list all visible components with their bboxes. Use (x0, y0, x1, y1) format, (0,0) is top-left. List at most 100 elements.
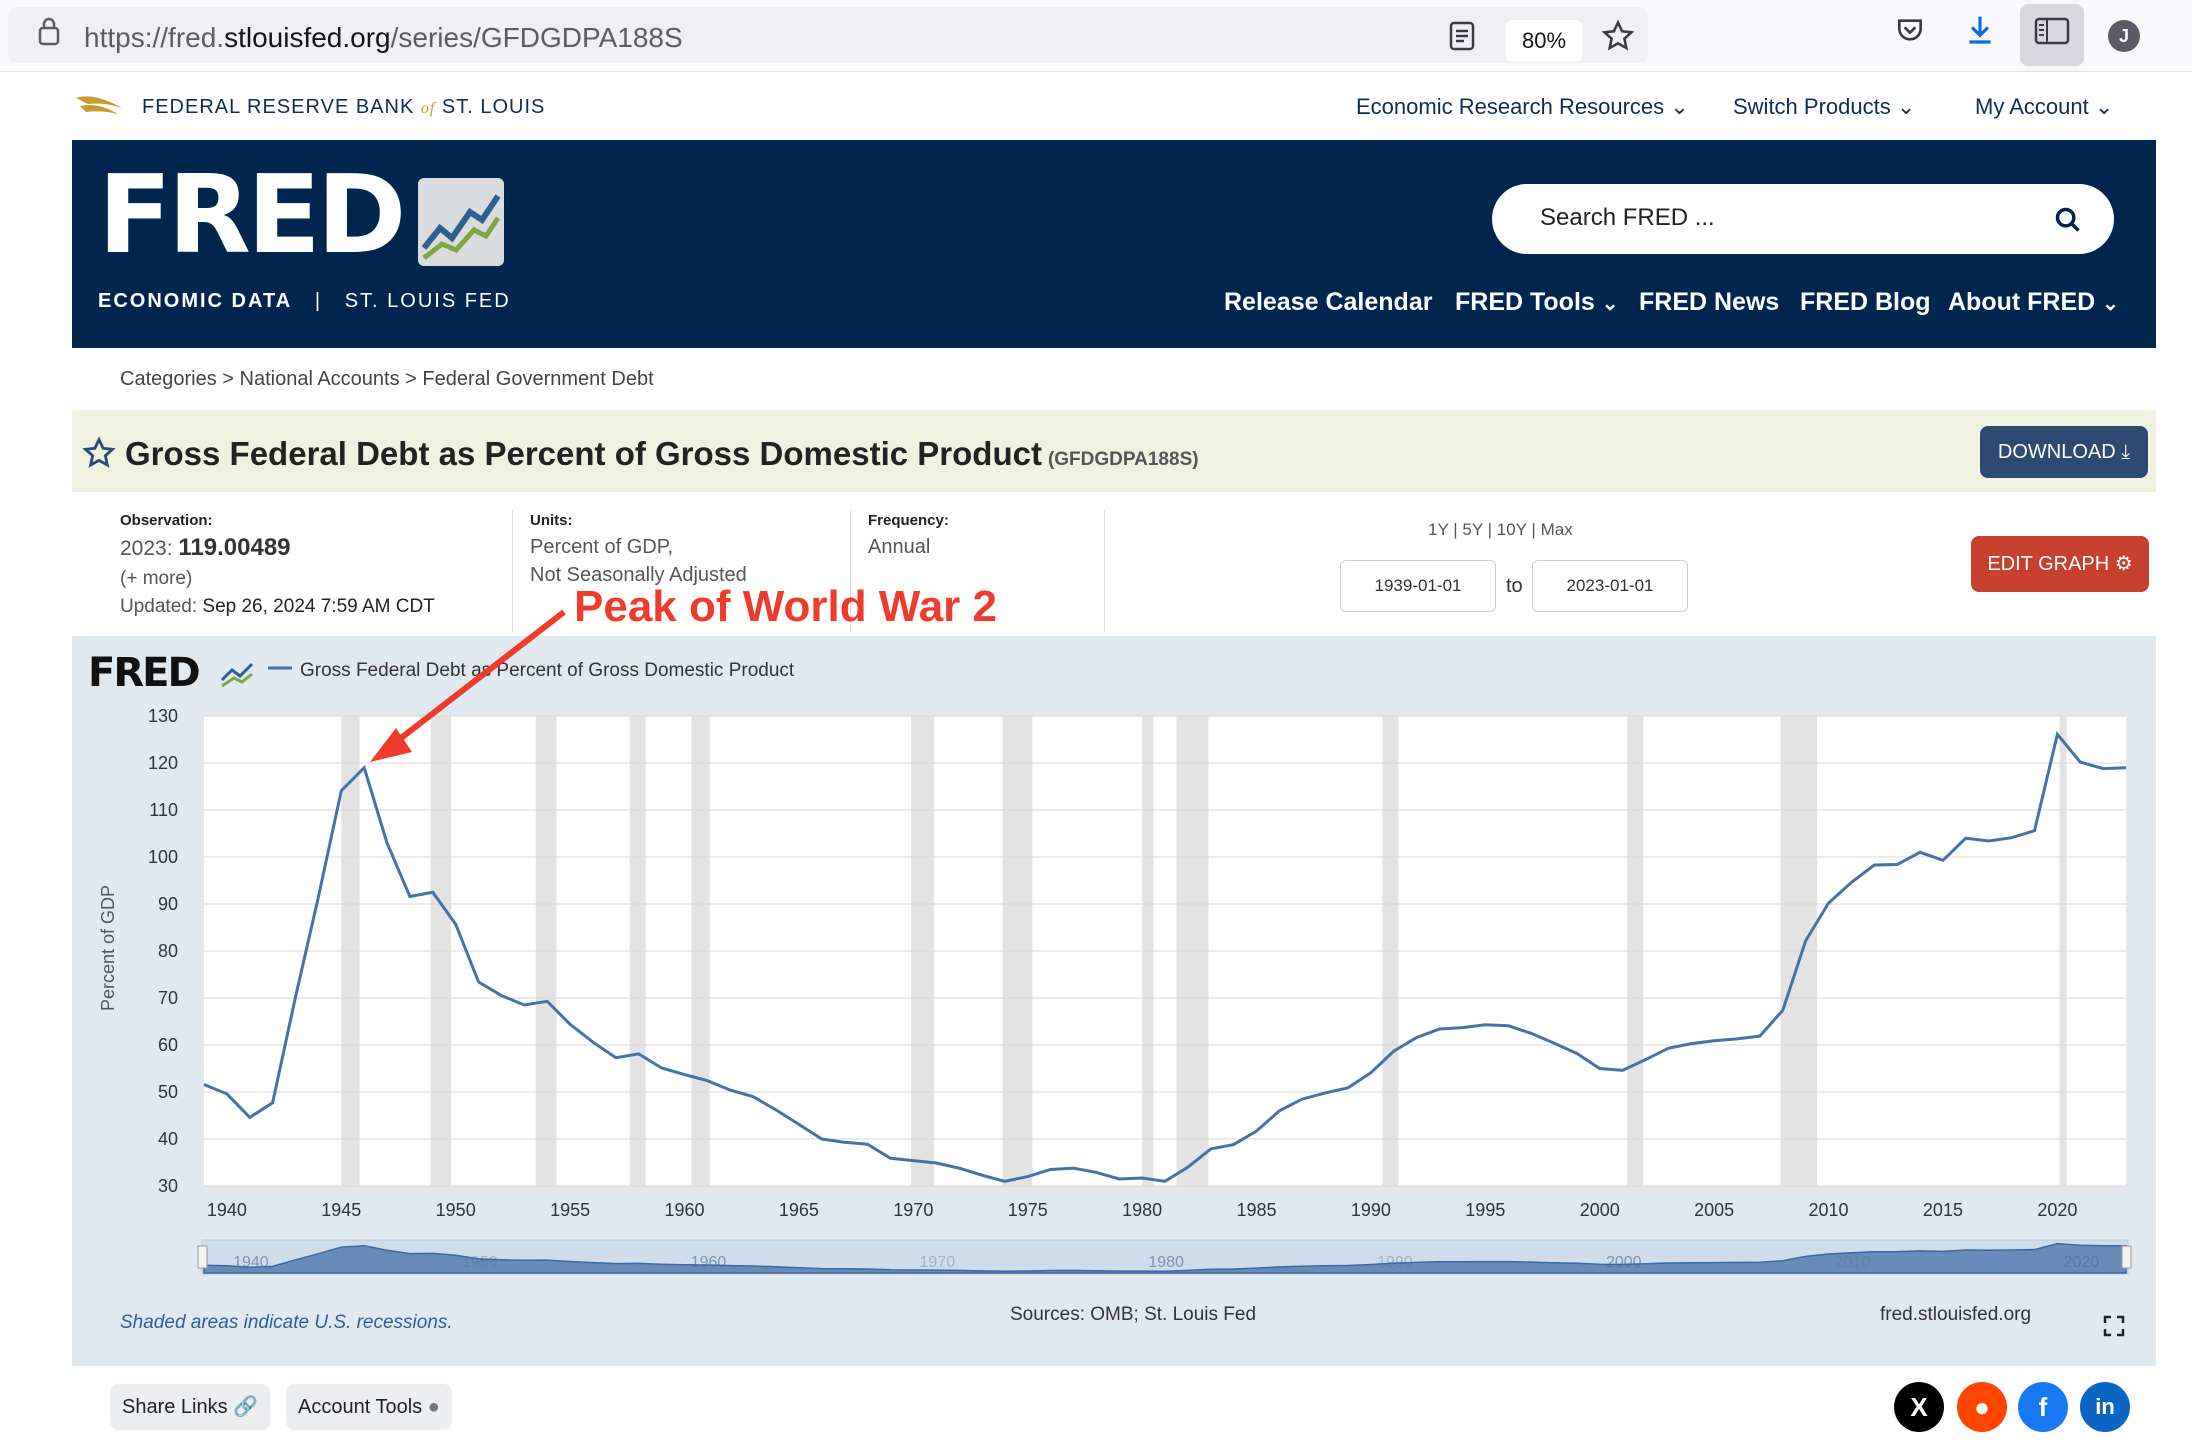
facebook-icon[interactable]: f (2018, 1382, 2068, 1432)
chart-panel: FRED Gross Federal Debt as Percent of Gr… (72, 636, 2156, 1366)
date-to-label: to (1506, 575, 1523, 597)
observation-value: 2023: 119.00489 (120, 534, 291, 561)
y-tick-label: 80 (158, 941, 178, 961)
annotation-text: Peak of World War 2 (574, 582, 997, 631)
share-links-button[interactable]: Share Links 🔗 (110, 1384, 271, 1430)
x-twitter-icon[interactable]: X (1894, 1382, 1944, 1432)
y-tick-label: 100 (148, 847, 178, 867)
x-tick-label: 2020 (2037, 1200, 2077, 1220)
chevron-down-icon: ⌄ (2102, 293, 2119, 315)
x-tick-label: 1975 (1008, 1200, 1048, 1220)
sidebar-icon (2034, 16, 2070, 57)
bank-name[interactable]: FEDERAL RESERVE BANK of ST. LOUIS (142, 96, 545, 119)
account-tools-button[interactable]: Account Tools ● (286, 1384, 452, 1430)
page-footer: Share Links 🔗 Account Tools ● X ● f in (72, 1366, 2156, 1450)
navigator-left-handle[interactable] (197, 1245, 208, 1269)
chevron-down-icon: ⌄ (2094, 94, 2114, 119)
fullscreen-icon[interactable] (2102, 1314, 2126, 1343)
search-fred-input[interactable]: Search FRED ... (1492, 184, 2114, 254)
profile-avatar[interactable]: J (2108, 20, 2140, 52)
y-tick-label: 50 (158, 1082, 178, 1102)
y-tick-label: 60 (158, 1035, 178, 1055)
navigator-tick-label: 1970 (920, 1254, 956, 1271)
fred-logo[interactable]: FRED (98, 162, 406, 270)
nav-release-calendar[interactable]: Release Calendar (1224, 288, 1432, 317)
y-tick-label: 110 (149, 800, 178, 820)
y-axis-label: Percent of GDP (98, 885, 118, 1011)
divider (512, 510, 513, 632)
y-tick-label: 40 (158, 1129, 178, 1149)
url-text: https://fred.stlouisfed.org/series/GFDGD… (84, 22, 683, 53)
x-tick-label: 1985 (1237, 1200, 1277, 1220)
range-10y[interactable]: 10Y (1497, 520, 1527, 539)
chevron-down-icon: ⌄ (1670, 94, 1689, 119)
y-tick-label: 130 (148, 706, 178, 726)
range-max[interactable]: Max (1541, 520, 1573, 539)
linkedin-icon[interactable]: in (2080, 1382, 2130, 1432)
more-observations-link[interactable]: (+ more) (120, 568, 192, 590)
observation-label: Observation: (120, 512, 213, 529)
chevron-down-icon: ⌄ (1601, 293, 1619, 315)
x-tick-label: 1965 (779, 1200, 819, 1220)
sidebar-toggle-button[interactable] (2020, 4, 2084, 66)
my-account-menu[interactable]: My Account ⌄ (1975, 94, 2113, 120)
units-label: Units: (530, 512, 573, 529)
address-bar[interactable]: https://fred.stlouisfed.org/series/GFDGD… (8, 7, 1648, 63)
nav-fred-tools[interactable]: FRED Tools ⌄ (1455, 288, 1619, 317)
y-tick-label: 120 (148, 753, 178, 773)
x-tick-label: 1960 (664, 1200, 704, 1220)
gear-icon: ⚙ (2114, 553, 2133, 575)
nav-about-fred[interactable]: About FRED ⌄ (1948, 288, 2119, 317)
lock-icon (34, 15, 64, 58)
end-date-input[interactable]: 2023-01-01 (1532, 560, 1688, 612)
banner-subtitle: ECONOMIC DATA | ST. LOUIS FED (98, 290, 511, 312)
economic-research-resources-menu[interactable]: Economic Research Resources ⌄ (1356, 94, 1689, 120)
x-tick-label: 2010 (1809, 1200, 1849, 1220)
nav-fred-blog[interactable]: FRED Blog (1800, 288, 1931, 317)
x-tick-label: 1945 (321, 1200, 361, 1220)
download-button[interactable]: DOWNLOAD ⤓ (1980, 426, 2148, 478)
line-chart[interactable]: FRED Gross Federal Debt as Percent of Gr… (72, 636, 2156, 1366)
top-navigation: FEDERAL RESERVE BANK of ST. LOUIS Econom… (72, 72, 2156, 140)
series-title: Gross Federal Debt as Percent of Gross D… (125, 435, 1199, 472)
reddit-icon[interactable]: ● (1957, 1382, 2007, 1432)
divider (1104, 510, 1105, 632)
link-icon: 🔗 (233, 1396, 259, 1418)
search-placeholder: Search FRED ... (1540, 204, 1715, 231)
stlouisfed-eagle-logo[interactable] (74, 90, 126, 125)
frequency-label: Frequency: (868, 512, 949, 529)
units-value: Percent of GDP, (530, 536, 674, 558)
reader-view-icon[interactable] (1444, 21, 1480, 62)
x-tick-label: 1980 (1122, 1200, 1162, 1220)
breadcrumb[interactable]: Categories > National Accounts > Federal… (120, 368, 654, 391)
chevron-down-icon: ⌄ (1896, 94, 1916, 119)
y-tick-label: 90 (158, 894, 178, 914)
x-tick-label: 2000 (1580, 1200, 1620, 1220)
legend-label: Gross Federal Debt as Percent of Gross D… (300, 660, 795, 681)
download-icon[interactable] (1960, 12, 2000, 59)
x-tick-label: 2015 (1923, 1200, 1963, 1220)
navigator-right-handle[interactable] (2121, 1245, 2132, 1269)
pocket-icon[interactable] (1890, 14, 1930, 57)
fred-banner: FRED ECONOMIC DATA | ST. LOUIS FED Searc… (72, 140, 2156, 348)
bookmark-star-icon[interactable] (1598, 19, 1638, 64)
search-icon[interactable] (2054, 206, 2082, 239)
fred-chart-logo: FRED (88, 650, 254, 696)
nav-fred-news[interactable]: FRED News (1639, 288, 1779, 317)
x-tick-label: 1990 (1351, 1200, 1391, 1220)
favorite-star-icon[interactable] (82, 436, 116, 475)
range-1y[interactable]: 1Y (1428, 520, 1449, 539)
y-tick-label: 30 (158, 1176, 178, 1196)
start-date-input[interactable]: 1939-01-01 (1340, 560, 1496, 612)
zoom-level[interactable]: 80% (1506, 20, 1582, 62)
y-tick-label: 70 (158, 988, 178, 1008)
edit-graph-button[interactable]: EDIT GRAPH ⚙ (1971, 536, 2149, 592)
x-tick-label: 2005 (1694, 1200, 1734, 1220)
updated-date: Updated: Sep 26, 2024 7:59 AM CDT (120, 596, 435, 617)
fred-chart-logo-icon (418, 178, 504, 271)
svg-text:FRED: FRED (88, 650, 199, 696)
browser-toolbar: https://fred.stlouisfed.org/series/GFDGD… (0, 0, 2192, 72)
switch-products-menu[interactable]: Switch Products ⌄ (1733, 94, 1915, 120)
sources-text: Sources: OMB; St. Louis Fed (1010, 1304, 1257, 1325)
range-5y[interactable]: 5Y (1462, 520, 1483, 539)
